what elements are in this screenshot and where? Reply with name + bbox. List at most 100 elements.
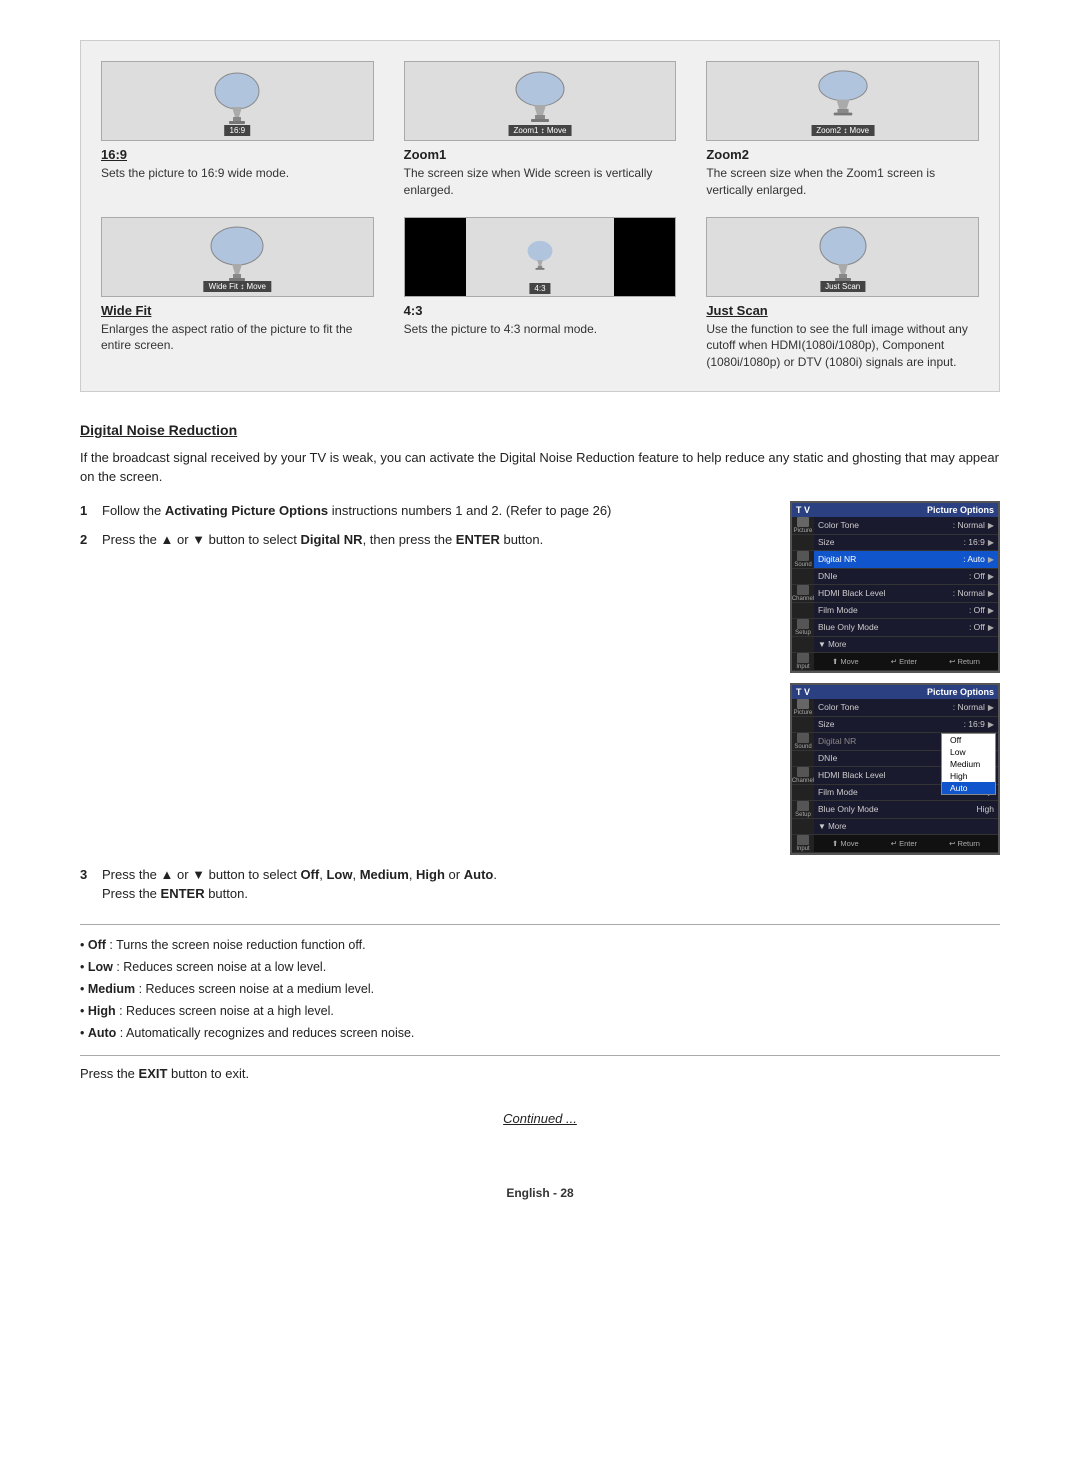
mode-16-9-title: 16:9 — [101, 147, 374, 162]
mode-zoom2-bar: Zoom2 ↕ Move — [811, 125, 874, 136]
tv-sidebar-setup2: Setup — [792, 801, 814, 818]
option-off: • Off : Turns the screen noise reduction… — [80, 935, 1000, 955]
tv-menu-2: T V Picture Options Picture Color Tone — [790, 683, 1000, 855]
tv-menu-row: Size : 16:9 ▶ — [792, 717, 998, 733]
tv-menu-row-more: ▼ More — [792, 637, 998, 653]
tv-menu-content: Blue Only Mode : Off ▶ — [814, 619, 998, 636]
tv-menu-1: T V Picture Options Picture Color Tone — [790, 501, 1000, 673]
tv-sidebar-empty3 — [792, 603, 814, 618]
mode-43-desc: Sets the picture to 4:3 normal mode. — [404, 321, 677, 338]
mode-43-bar: 4:3 — [529, 283, 550, 294]
continued-line: Continued ... — [80, 1111, 1000, 1126]
mode-image-zoom2: Zoom2 ↕ Move — [706, 61, 979, 141]
mode-item-43: 4:3 4:3 Sets the picture to 4:3 normal m… — [404, 217, 677, 371]
modes-grid: 16:9 16:9 Sets the picture to 16:9 wide … — [101, 61, 979, 371]
tv-sidebar-input: Input — [792, 653, 814, 670]
footer-return-2: ↩ Return — [949, 837, 980, 850]
section-intro: If the broadcast signal received by your… — [80, 448, 1000, 487]
tv-menu-row: Setup Blue Only Mode : Off ▶ — [792, 619, 998, 637]
footer-return: ↩ Return — [949, 655, 980, 668]
picture-modes-box: 16:9 16:9 Sets the picture to 16:9 wide … — [80, 40, 1000, 392]
footer-enter: ↵ Enter — [891, 655, 917, 668]
exit-text: Press the EXIT button to exit. — [80, 1066, 1000, 1081]
tv-sidebar-empty8 — [792, 819, 814, 834]
mode-zoom2-desc: The screen size when the Zoom1 screen is… — [706, 165, 979, 199]
mode-16-9-desc: Sets the picture to 16:9 wide mode. — [101, 165, 374, 182]
mode-image-43: 4:3 — [404, 217, 677, 297]
mode-image-justscan: Just Scan — [706, 217, 979, 297]
mode-zoom2-title: Zoom2 — [706, 147, 979, 162]
tv-menu-row-dnr2: Sound Digital NR Off Low Medium Hig — [792, 733, 998, 751]
steps-text: 1 Follow the Activating Picture Options … — [80, 501, 770, 855]
tv-menu-content: ▼ More — [814, 819, 998, 834]
tv-sidebar-empty6 — [792, 751, 814, 766]
tv-menu-row: Channel HDMI Black Level : Normal ▶ — [792, 585, 998, 603]
tv-sidebar-picture2: Picture — [792, 699, 814, 716]
mode-widefit-title: Wide Fit — [101, 303, 374, 318]
option-auto: • Auto : Automatically recognizes and re… — [80, 1023, 1000, 1043]
tv-sidebar-picture: Picture — [792, 517, 814, 534]
mode-justscan-title: Just Scan — [706, 303, 979, 318]
tv-menu-footer-2: ⬆ Move ↵ Enter ↩ Return — [814, 835, 998, 852]
option-medium: • Medium : Reduces screen noise at a med… — [80, 979, 1000, 999]
tv-sidebar-empty4 — [792, 637, 814, 652]
step-1-num: 1 — [80, 501, 98, 521]
tv-sidebar-sound2: Sound — [792, 733, 814, 750]
dnr-section: Digital Noise Reduction If the broadcast… — [80, 422, 1000, 1126]
dropdown-high: High — [942, 770, 995, 782]
mode-image-zoom1: Zoom1 ↕ Move — [404, 61, 677, 141]
tv-menu-row-input: Input ⬆ Move ↵ Enter ↩ Return — [792, 653, 998, 671]
tv-menu-content: Digital NR : Auto ▶ — [814, 551, 998, 568]
dropdown-off: Off — [942, 734, 995, 746]
mode-item-widefit: Wide Fit ↕ Move Wide Fit Enlarges the as… — [101, 217, 374, 371]
footer-move: ⬆ Move — [832, 655, 859, 668]
tv-sidebar-input2: Input — [792, 835, 814, 852]
dropdown-low: Low — [942, 746, 995, 758]
tv-menu-row-more2: ▼ More — [792, 819, 998, 835]
footer-text: English - 28 — [506, 1186, 573, 1200]
tv-menu-content: HDMI Black Level : Normal ▶ — [814, 585, 998, 602]
step-3-text: Press the ▲ or ▼ button to select Off, L… — [102, 865, 497, 904]
tv-sidebar-sound: Sound — [792, 551, 814, 568]
options-section: • Off : Turns the screen noise reduction… — [80, 924, 1000, 1056]
mode-zoom1-title: Zoom1 — [404, 147, 677, 162]
mode-item-16-9: 16:9 16:9 Sets the picture to 16:9 wide … — [101, 61, 374, 199]
step-1: 1 Follow the Activating Picture Options … — [80, 501, 770, 521]
tv-menu-row-highlighted: Sound Digital NR : Auto ▶ — [792, 551, 998, 569]
footer-enter-2: ↵ Enter — [891, 837, 917, 850]
tv-menu-content: Film Mode : Off ▶ — [814, 603, 998, 618]
mode-zoom1-bar: Zoom1 ↕ Move — [509, 125, 572, 136]
tv-label-1: T V — [796, 505, 810, 515]
tv-menu-footer-1: ⬆ Move ↵ Enter ↩ Return — [814, 653, 998, 670]
mode-zoom1-desc: The screen size when Wide screen is vert… — [404, 165, 677, 199]
mode-justscan-desc: Use the function to see the full image w… — [706, 321, 979, 371]
step-3-row: 3 Press the ▲ or ▼ button to select Off,… — [80, 865, 1000, 914]
mode-item-zoom1: Zoom1 ↕ Move Zoom1 The screen size when … — [404, 61, 677, 199]
mode-item-justscan: Just Scan Just Scan Use the function to … — [706, 217, 979, 371]
tv-menu-content: Size : 16:9 ▶ — [814, 535, 998, 550]
mode-43-title: 4:3 — [404, 303, 677, 318]
dropdown-menu: Off Low Medium High Auto — [941, 733, 996, 795]
step-2-num: 2 — [80, 530, 98, 550]
dropdown-medium: Medium — [942, 758, 995, 770]
tv-menu-row: Picture Color Tone : Normal ▶ — [792, 699, 998, 717]
tv-menu-row: Size : 16:9 ▶ — [792, 535, 998, 551]
mode-image-16-9: 16:9 — [101, 61, 374, 141]
tv-menu-content: Color Tone : Normal ▶ — [814, 517, 998, 534]
mode-widefit-bar: Wide Fit ↕ Move — [204, 281, 271, 292]
tv-menu-row: Picture Color Tone : Normal ▶ — [792, 517, 998, 535]
tv-sidebar-channel2: Channel — [792, 767, 814, 784]
steps-container: 1 Follow the Activating Picture Options … — [80, 501, 1000, 855]
options-label-1: Picture Options — [927, 505, 994, 515]
mode-16-9-bar: 16:9 — [225, 125, 251, 136]
page-footer: English - 28 — [80, 1186, 1000, 1200]
tv-sidebar-channel: Channel — [792, 585, 814, 602]
tv-menu-content: Color Tone : Normal ▶ — [814, 699, 998, 716]
tv-menu-1-header: T V Picture Options — [792, 503, 998, 517]
section-title: Digital Noise Reduction — [80, 422, 1000, 438]
tv-sidebar-empty — [792, 535, 814, 550]
mode-item-zoom2: Zoom2 ↕ Move Zoom2 The screen size when … — [706, 61, 979, 199]
tv-menu-row: Film Mode : Off ▶ — [792, 603, 998, 619]
options-label-2: Picture Options — [927, 687, 994, 697]
tv-menu-content: DNIe : Off ▶ — [814, 569, 998, 584]
